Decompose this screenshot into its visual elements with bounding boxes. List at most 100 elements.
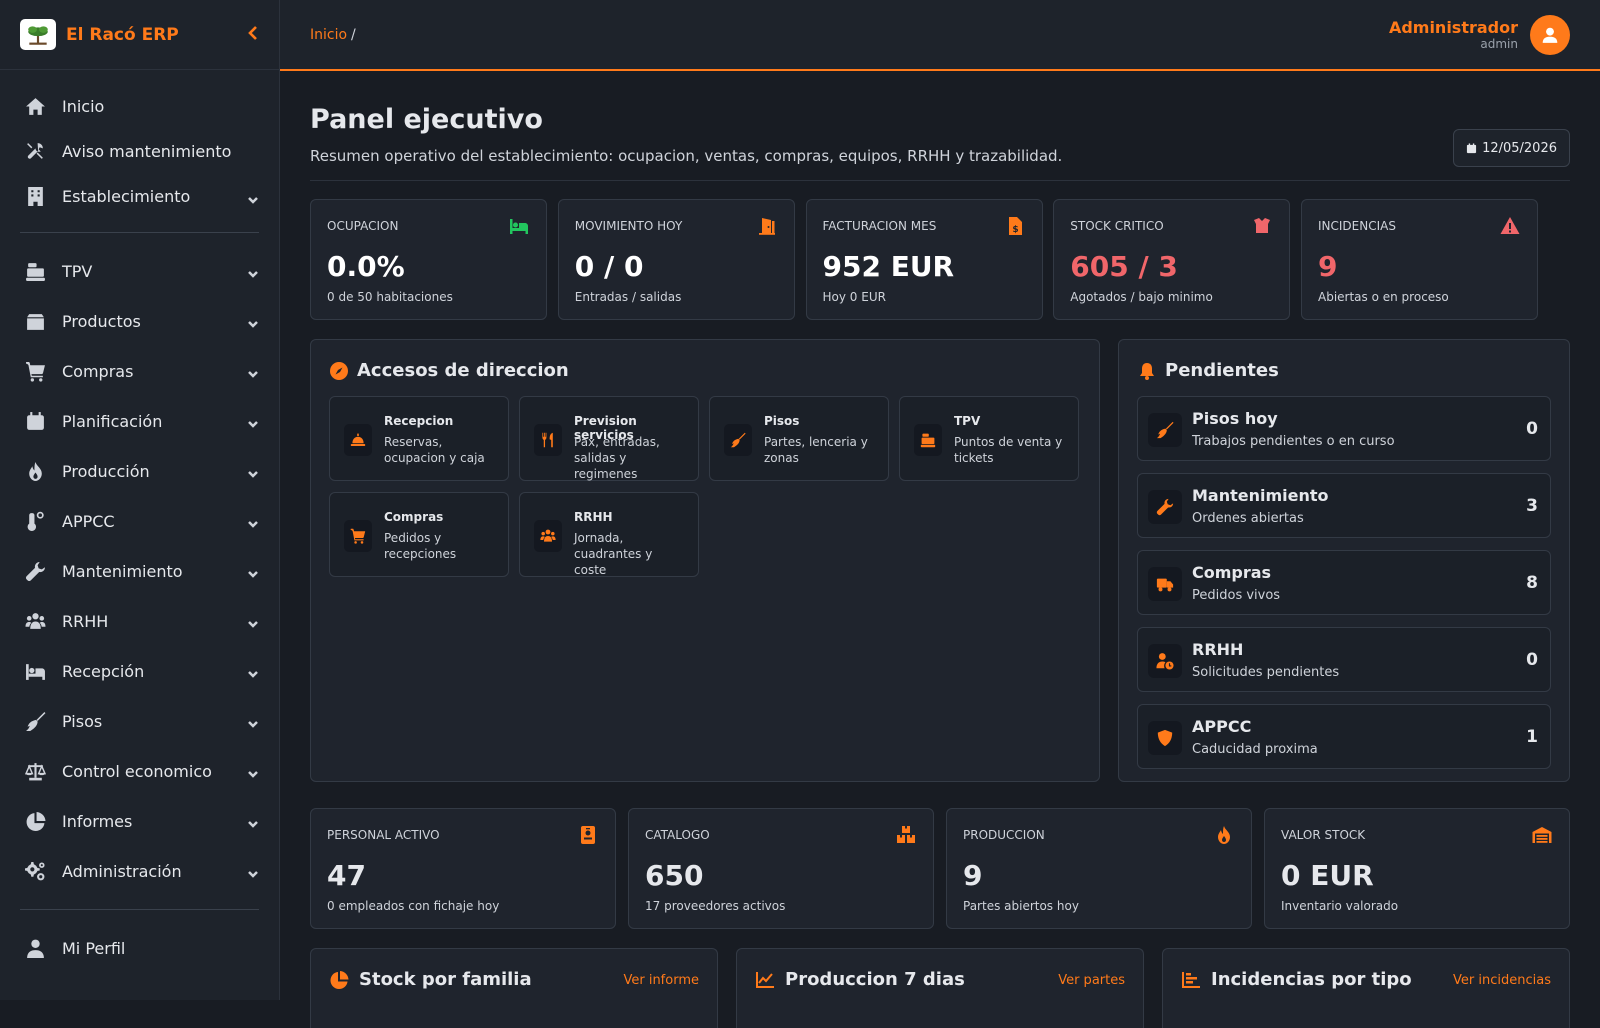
acceso-title: RRHH <box>574 510 613 524</box>
cash-register-icon-wrap <box>24 260 46 282</box>
sidebar-item-tpv[interactable]: TPV <box>0 246 279 296</box>
cart-icon-wrap <box>24 360 46 382</box>
pendientes-title: Pendientes <box>1137 360 1279 381</box>
acceso-desc: Puntos de venta y tickets <box>954 435 1063 465</box>
kpi-value: 605 / 3 <box>1070 250 1178 283</box>
sidebar-item-control-economico[interactable]: Control economico <box>0 746 279 796</box>
bell-service-icon <box>350 433 366 446</box>
acceso-tpv[interactable]: TPV Puntos de venta y tickets <box>899 396 1079 481</box>
pendiente-count: 8 <box>1526 573 1538 593</box>
acceso-prevision-servicios[interactable]: Prevision servicios Pax, entradas, salida… <box>519 396 699 481</box>
chevron-down-icon <box>247 365 259 378</box>
user-role: admin <box>1480 37 1518 51</box>
chevron-down-icon <box>247 665 259 678</box>
wrench-icon-wrap <box>24 560 46 582</box>
bed-icon-wrap <box>24 660 46 682</box>
sidebar-item-rrhh[interactable]: RRHH <box>0 596 279 646</box>
user-info[interactable]: Administrador admin <box>1389 18 1518 51</box>
utensils-icon <box>542 432 553 448</box>
sidebar-item-establecimiento[interactable]: Establecimiento <box>0 174 279 219</box>
pendiente-mantenimiento[interactable]: Mantenimiento Ordenes abiertas 3 <box>1137 473 1551 538</box>
sidebar-item-administraci-n[interactable]: Administración <box>0 846 279 896</box>
sidebar-item-label: Mantenimiento <box>62 561 183 581</box>
pendiente-title: APPCC <box>1192 717 1252 736</box>
chart-panel-link[interactable]: Ver informe <box>623 973 699 988</box>
chevron-down-icon <box>247 191 259 204</box>
sidebar-item-informes[interactable]: Informes <box>0 796 279 846</box>
acceso-compras[interactable]: Compras Pedidos y recepciones <box>329 492 509 577</box>
home-icon <box>25 98 45 115</box>
pie-chart-icon-wrap <box>24 810 46 832</box>
acceso-pisos[interactable]: Pisos Partes, lenceria y zonas <box>709 396 889 481</box>
pendiente-icon <box>1148 413 1182 447</box>
sidebar-item-mantenimiento[interactable]: Mantenimiento <box>0 546 279 596</box>
sidebar-collapse-icon[interactable] <box>247 22 259 47</box>
sidebar-item-inicio[interactable]: Inicio <box>0 84 279 129</box>
kpi-title: MOVIMIENTO HOY <box>574 219 683 233</box>
kpi-title: INCIDENCIAS <box>1318 219 1396 233</box>
calendar-icon-wrap <box>24 410 46 432</box>
kpi-icon <box>1499 216 1521 236</box>
pendiente-compras[interactable]: Compras Pedidos vivos 8 <box>1137 550 1551 615</box>
acceso-title: Pisos <box>764 414 800 428</box>
kpi-title: VALOR STOCK <box>1281 828 1366 842</box>
chart-panel-title-text: Produccion 7 dias <box>785 969 965 990</box>
breadcrumb-home[interactable]: Inicio <box>310 27 347 43</box>
avatar[interactable] <box>1530 14 1570 55</box>
bar-chart-icon <box>1182 971 1200 988</box>
sidebar-item-aviso-mantenimiento[interactable]: Aviso mantenimiento <box>0 129 279 174</box>
sidebar-item-appcc[interactable]: APPCC <box>0 496 279 546</box>
pendiente-count: 0 <box>1526 650 1538 670</box>
chart-panel-title-text: Stock por familia <box>359 969 532 990</box>
pendiente-title: RRHH <box>1192 640 1244 659</box>
acceso-recepcion[interactable]: Recepcion Reservas, ocupacion y caja <box>329 396 509 481</box>
chart-panel-link[interactable]: Ver incidencias <box>1453 973 1551 988</box>
sidebar-item-producci-n[interactable]: Producción <box>0 446 279 496</box>
cogs-icon <box>24 861 45 880</box>
users-icon <box>540 529 556 542</box>
acceso-icon <box>344 520 372 552</box>
kpi-card-valor-stock: VALOR STOCK 0 EUR Inventario valorado <box>1264 808 1570 929</box>
sidebar-item-label: TPV <box>62 261 93 281</box>
pendiente-icon <box>1148 721 1182 755</box>
pendiente-count: 0 <box>1526 419 1538 439</box>
kpi-icon <box>1531 825 1553 845</box>
cart-icon <box>350 528 366 544</box>
sidebar-item-compras[interactable]: Compras <box>0 346 279 396</box>
pendiente-appcc[interactable]: APPCC Caducidad proxima 1 <box>1137 704 1551 769</box>
kpi-title: CATALOGO <box>645 828 710 842</box>
date-button[interactable]: 12/05/2026 <box>1453 129 1570 167</box>
broom-icon <box>25 711 45 731</box>
sidebar: El Racó ERP Inicio Aviso mantenimiento Est… <box>0 0 280 1000</box>
sidebar-item-recepci-n[interactable]: Recepción <box>0 646 279 696</box>
warning-icon <box>1500 217 1520 234</box>
kpi-value: 952 EUR <box>822 250 955 283</box>
sidebar-item-mi-perfil[interactable]: Mi Perfil <box>0 923 279 973</box>
kpi-card-catalogo: CATALOGO 650 17 proveedores activos <box>628 808 934 929</box>
acceso-rrhh[interactable]: RRHH Jornada, cuadrantes y coste <box>519 492 699 577</box>
sidebar-item-planificaci-n[interactable]: Planificación <box>0 396 279 446</box>
sidebar-item-label: RRHH <box>62 611 109 631</box>
page-title: Panel ejecutivo <box>310 104 543 135</box>
pendiente-desc: Caducidad proxima <box>1192 742 1318 757</box>
sidebar-item-productos[interactable]: Productos <box>0 296 279 346</box>
brand-name[interactable]: El Racó ERP <box>66 25 247 45</box>
wrench-icon <box>25 561 45 581</box>
user-clock-icon <box>1156 653 1174 670</box>
chart-panel-link[interactable]: Ver partes <box>1058 973 1125 988</box>
sidebar-divider <box>20 909 259 910</box>
bed-icon <box>25 663 45 680</box>
brand-logo[interactable] <box>20 19 56 50</box>
pendiente-pisos-hoy[interactable]: Pisos hoy Trabajos pendientes o en curso 0 <box>1137 396 1551 461</box>
sidebar-item-pisos[interactable]: Pisos <box>0 696 279 746</box>
kpi-subtitle: Entradas / salidas <box>574 290 682 304</box>
chevron-down-icon <box>247 815 259 828</box>
chart-panel-incidencias-por-tipo: Incidencias por tipo Ver incidencias <box>1162 948 1570 1028</box>
chevron-down-icon <box>247 565 259 578</box>
sidebar-nav: Inicio Aviso mantenimiento Establecimiento… <box>0 70 279 973</box>
kpi-value: 0.0% <box>327 250 405 283</box>
building-icon <box>27 187 43 206</box>
thermometer-icon <box>27 511 44 531</box>
pendiente-rrhh[interactable]: RRHH Solicitudes pendientes 0 <box>1137 627 1551 692</box>
broom-icon-wrap <box>24 710 46 732</box>
